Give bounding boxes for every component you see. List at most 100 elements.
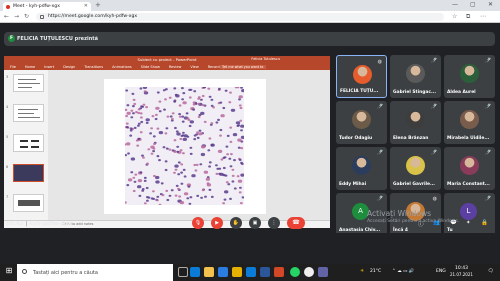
tell-me-box[interactable]: Tell me what you want to do <box>220 64 266 73</box>
present-button[interactable]: ▣ <box>249 217 261 229</box>
store-icon[interactable] <box>218 267 228 277</box>
close-window-icon[interactable]: ✕ <box>488 1 493 8</box>
clock[interactable]: 10:43 21.07.2021 <box>450 266 473 278</box>
participant-name: Maria Constant... <box>447 182 490 187</box>
more-icon: ⋮ <box>271 220 277 226</box>
participant-tile[interactable]: ◍ FELICIA TUȚU... <box>336 55 387 98</box>
task-view-icon[interactable] <box>178 267 188 277</box>
powerpoint-taskbar-icon[interactable] <box>274 267 284 277</box>
microphone-off-button[interactable]: 🎙 <box>192 217 204 229</box>
presenter-text: FELICIA TUȚULESCU prezintă <box>17 36 99 42</box>
shared-screen: Subiect cu proiect - PowerPoint Felicia … <box>4 56 330 228</box>
activate-windows-subtitle: Accesați Setări pentru a activa Windows. <box>367 219 460 224</box>
address-bar-row: ← → ↻ https://meet.google.com/kyh-pdfw-x… <box>0 11 500 23</box>
more-options-button[interactable]: ⋮ <box>268 217 280 229</box>
activate-windows-title: Activați Windows <box>367 209 432 218</box>
sticky-notes-icon[interactable] <box>232 267 242 277</box>
taskbar-search-input[interactable]: Tastați aici pentru a căuta <box>17 264 173 281</box>
notifications-icon[interactable]: 🗨 <box>488 269 494 274</box>
current-slide[interactable] <box>104 79 266 214</box>
ribbon-tab[interactable]: Insert <box>44 65 54 69</box>
participant-tile[interactable]: 🎤̸ Aldea Aurel <box>444 55 495 98</box>
participant-photo <box>460 64 479 83</box>
leave-call-button[interactable]: ☎ <box>287 217 305 229</box>
slide-thumbnail-selected[interactable]: 6 <box>6 164 44 182</box>
reload-icon[interactable]: ↻ <box>24 13 29 20</box>
participant-tile[interactable]: 🎤̸ Maria Constant... <box>444 147 495 190</box>
camera-off-button[interactable]: ▶ <box>211 217 223 229</box>
participant-tile[interactable]: 🎤̸ Elena Brânzan <box>390 101 441 144</box>
participant-photo <box>406 64 425 83</box>
mic-muted-icon: 🎤̸ <box>430 150 437 156</box>
activities-icon[interactable]: ✦ <box>466 220 471 226</box>
mic-off-icon: 🎙 <box>194 220 202 226</box>
new-tab-icon[interactable]: + <box>95 1 101 9</box>
weather-icon[interactable]: ☀ <box>360 269 364 274</box>
lock-meeting-icon[interactable]: 🔒 <box>481 220 488 226</box>
participant-tile[interactable]: 🎤̸ Eddy Mihai <box>336 147 387 190</box>
slide-thumbnail[interactable]: 5 <box>6 134 44 152</box>
tray-icons[interactable]: ⌃ ☁ ▭ 🔊 <box>392 269 414 274</box>
menu-icon[interactable]: ⋯ <box>480 13 486 20</box>
whatsapp-icon[interactable] <box>290 267 300 277</box>
mic-muted-icon: 🎤̸ <box>376 104 383 110</box>
minimize-icon[interactable]: — <box>452 1 458 8</box>
present-icon: ▣ <box>252 220 258 226</box>
participant-avatar: L <box>460 203 477 220</box>
ribbon-tab[interactable]: View <box>190 65 198 69</box>
meeting-code: kyh-pdfw-xgx <box>29 221 72 227</box>
url-input[interactable]: https://meet.google.com/kyh-pdfw-xgx <box>36 13 444 21</box>
collections-icon[interactable]: ⧉ <box>466 13 470 21</box>
language-indicator[interactable]: ENG <box>436 269 446 274</box>
slide-thumbnail[interactable]: 7 <box>6 194 44 212</box>
camera-off-icon: ▶ <box>215 220 219 226</box>
back-icon[interactable]: ← <box>4 13 9 20</box>
participant-name: Tudor Odagiu <box>339 136 373 141</box>
slide-thumbnail[interactable]: 4 <box>6 104 44 122</box>
forward-icon[interactable]: → <box>14 13 19 20</box>
participant-tile[interactable]: 🎤̸ Gabriel Gavrile... <box>390 147 441 190</box>
mail-icon[interactable] <box>246 267 256 277</box>
ribbon-tab[interactable]: Transitions <box>84 65 103 69</box>
participant-name: Eddy Mihai <box>339 182 367 187</box>
participant-photo <box>352 110 371 129</box>
file-explorer-icon[interactable] <box>204 267 214 277</box>
mic-muted-icon: 🎤̸ <box>430 104 437 110</box>
browser-tab-meet[interactable]: Meet - kyh-pdfw-xgx ✕ <box>3 2 91 11</box>
ribbon-tab[interactable]: Review <box>169 65 182 69</box>
participant-photo <box>353 65 372 84</box>
word-icon[interactable] <box>260 267 270 277</box>
meeting-bottom-bar <box>0 233 500 264</box>
ribbon-tab[interactable]: File <box>10 65 16 69</box>
close-tab-icon[interactable]: ✕ <box>84 3 88 9</box>
raise-hand-button[interactable]: ✋ <box>230 217 242 229</box>
participant-tile[interactable]: 🎤̸ Gabriel Stingac... <box>390 55 441 98</box>
maximize-icon[interactable]: ▢ <box>470 1 476 8</box>
participant-tile[interactable]: 🎤̸ Tudor Odagiu <box>336 101 387 144</box>
presenter-avatar: F <box>8 35 15 42</box>
browser-tab-strip: Meet - kyh-pdfw-xgx ✕ + — ▢ ✕ <box>0 0 500 11</box>
windows-start-icon[interactable]: ⊞ <box>2 266 16 280</box>
powerpoint-titlebar: Subiect cu proiect - PowerPoint Felicia … <box>4 56 330 63</box>
participant-tile[interactable]: L 🎤̸ Tu <box>444 193 495 236</box>
meeting-info: 10:43 | kyh-pdfw-xgx <box>6 221 72 227</box>
mic-muted-icon: 🎤̸ <box>430 58 437 64</box>
participant-photo <box>460 110 479 129</box>
mic-muted-icon: 🎤̸ <box>376 150 383 156</box>
ribbon-tab[interactable]: Home <box>25 65 35 69</box>
ribbon-tab[interactable]: Design <box>63 65 75 69</box>
edge-icon[interactable] <box>190 267 200 277</box>
ribbon-tab[interactable]: Slide Show <box>141 65 160 69</box>
recording-dot-icon <box>6 4 10 9</box>
teams-icon[interactable] <box>318 267 328 277</box>
participant-tile[interactable]: 🎤̸ Mirabela Uidile... <box>444 101 495 144</box>
mic-active-icon: ◍ <box>432 196 437 202</box>
favorites-icon[interactable]: ☆ <box>452 13 457 20</box>
participant-name: Elena Brânzan <box>393 136 429 141</box>
chrome-icon[interactable] <box>304 267 314 277</box>
slide-thumbnail[interactable]: 3 <box>6 74 44 92</box>
ribbon-tab[interactable]: Animations <box>112 65 132 69</box>
mic-muted-icon: 🎤̸ <box>484 104 491 110</box>
temperature: 21°C <box>370 269 382 274</box>
search-icon <box>22 269 27 274</box>
